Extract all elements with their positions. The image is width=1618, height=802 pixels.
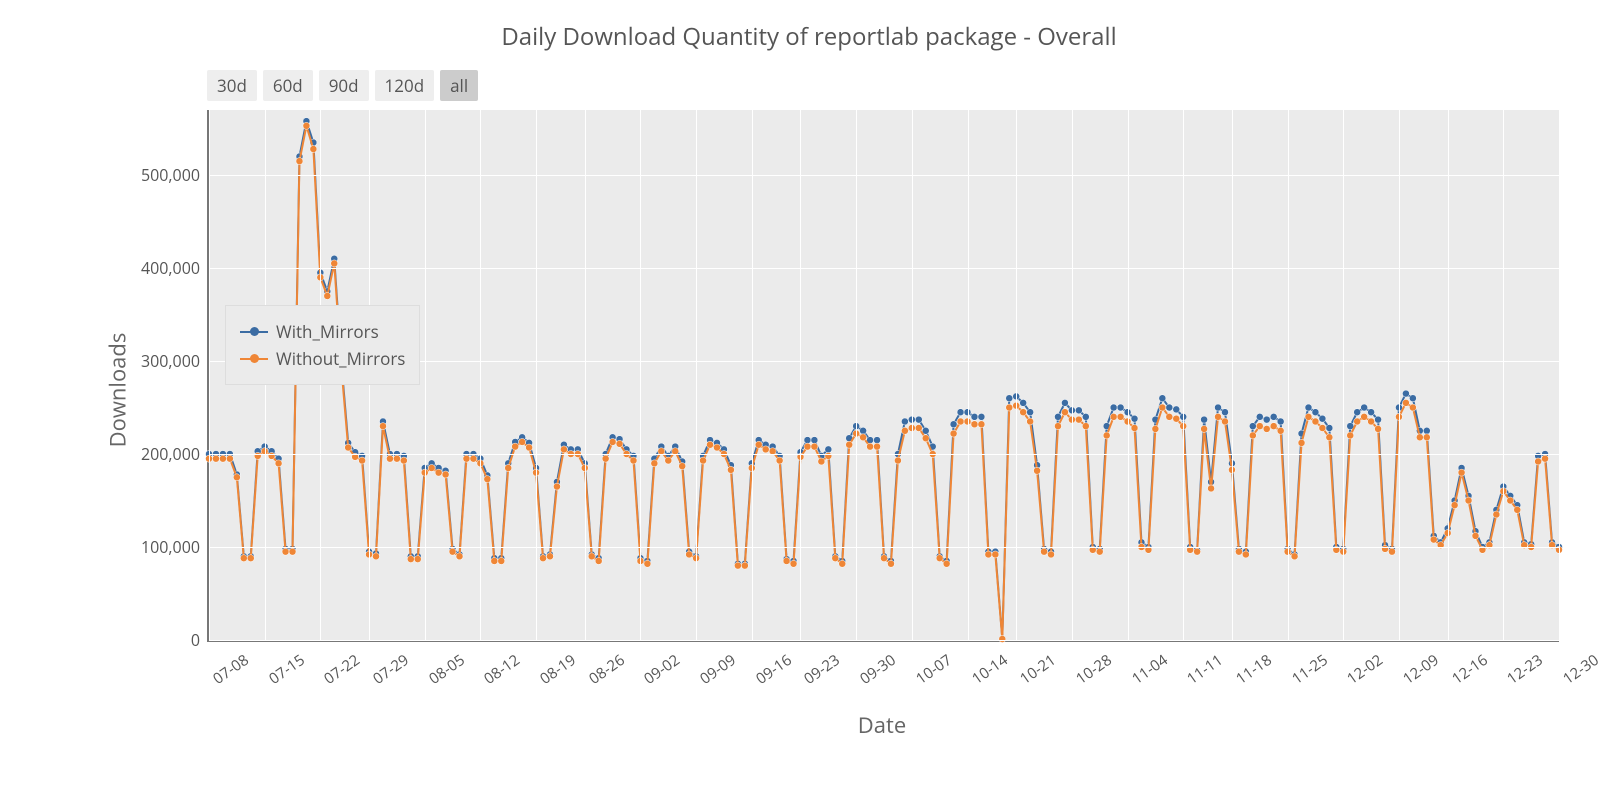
range-btn-all[interactable]: all	[440, 70, 478, 101]
x-tick-label: 12-23	[1503, 650, 1547, 689]
x-axis-label: Date	[207, 710, 1557, 740]
x-tick-label: 07-08	[209, 650, 253, 689]
x-tick-label: 08-26	[585, 650, 629, 689]
x-axis-ticks: 07-08 07-15 07-2207-29 08-05 08-12 08-1908-26…	[207, 645, 1557, 705]
x-tick-label: 12-16	[1448, 650, 1492, 689]
x-tick-label: 11-25	[1288, 650, 1332, 689]
x-tick-label: 10-21	[1016, 650, 1060, 689]
range-btn-120d[interactable]: 120d	[375, 70, 435, 101]
y-tick-label: 400,000	[141, 257, 200, 279]
legend-item-with-mirrors[interactable]: With_Mirrors	[240, 320, 405, 343]
y-tick-label: 500,000	[141, 164, 200, 186]
chart-title: Daily Download Quantity of reportlab pac…	[20, 20, 1598, 53]
x-tick-label: 09-16	[752, 650, 796, 689]
x-tick-label: 08-05	[425, 650, 469, 689]
x-tick-label: 10-28	[1072, 650, 1116, 689]
y-tick-label: 300,000	[141, 350, 200, 372]
legend-marker-icon	[240, 353, 268, 365]
range-btn-90d[interactable]: 90d	[319, 70, 369, 101]
x-tick-label: 09-30	[856, 650, 900, 689]
x-tick-label: 12-09	[1399, 650, 1443, 689]
legend-label: Without_Mirrors	[276, 347, 405, 370]
y-axis-label: Downloads	[102, 333, 132, 448]
x-tick-label: 09-09	[696, 650, 740, 689]
chart-container: Daily Download Quantity of reportlab pac…	[20, 20, 1598, 782]
legend: With_Mirrors Without_Mirrors	[225, 305, 420, 385]
x-tick-label: 10-07	[912, 650, 956, 689]
legend-item-without-mirrors[interactable]: Without_Mirrors	[240, 347, 405, 370]
x-tick-label: 12-30	[1559, 650, 1603, 689]
x-tick-label: 09-02	[641, 650, 685, 689]
x-tick-label: 08-19	[536, 650, 580, 689]
y-tick-label: 200,000	[141, 443, 200, 465]
x-tick-label: 12-02	[1343, 650, 1387, 689]
range-btn-60d[interactable]: 60d	[263, 70, 313, 101]
y-tick-label: 0	[191, 629, 200, 651]
x-tick-label: 09-23	[801, 650, 845, 689]
legend-marker-icon	[240, 326, 268, 338]
x-tick-label: 11-04	[1128, 650, 1172, 689]
x-tick-label: 10-14	[968, 650, 1012, 689]
x-tick-label: 07-15	[265, 650, 309, 689]
x-tick-label: 08-12	[480, 650, 524, 689]
range-buttons: 30d 60d 90d 120d all	[207, 70, 478, 101]
x-tick-label: 07-29	[369, 650, 413, 689]
legend-label: With_Mirrors	[276, 320, 379, 343]
x-tick-label: 07-22	[320, 650, 364, 689]
y-tick-label: 100,000	[141, 536, 200, 558]
x-tick-label: 11-11	[1183, 650, 1227, 689]
x-tick-label: 11-18	[1232, 650, 1276, 689]
range-btn-30d[interactable]: 30d	[207, 70, 257, 101]
